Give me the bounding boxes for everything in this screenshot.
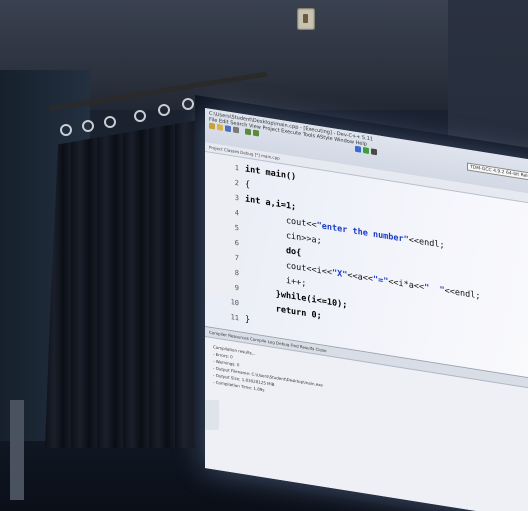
compile-icon: [355, 145, 361, 153]
projected-screen: C:\Users\Student\Desktop\main.cpp - [Exe…: [205, 108, 528, 511]
new-icon: [209, 122, 215, 130]
wall-light-fixture: [205, 400, 219, 430]
code-text: {: [245, 179, 251, 191]
undo-icon: [245, 128, 251, 136]
curtain-ring: [134, 110, 146, 122]
save-icon: [225, 125, 231, 133]
print-icon: [233, 126, 239, 134]
pole: [10, 400, 24, 500]
curtain-ring: [182, 98, 194, 110]
open-icon: [217, 123, 223, 131]
compile-run-icon: [371, 148, 377, 156]
code-text: }: [245, 314, 251, 326]
curtain-ring: [60, 124, 72, 136]
redo-icon: [253, 129, 259, 137]
curtain-ring: [158, 104, 170, 116]
curtain-ring: [82, 120, 94, 132]
wall-socket: [297, 8, 315, 30]
classroom-photo: C:\Users\Student\Desktop\main.cpp - [Exe…: [0, 0, 528, 511]
run-icon: [363, 147, 369, 154]
curtain-ring: [104, 116, 116, 128]
curtain: [45, 118, 210, 448]
compiler-select: TDM-GCC 4.9.2 64-bit Release: [467, 162, 528, 182]
line-number: 11: [230, 313, 239, 323]
